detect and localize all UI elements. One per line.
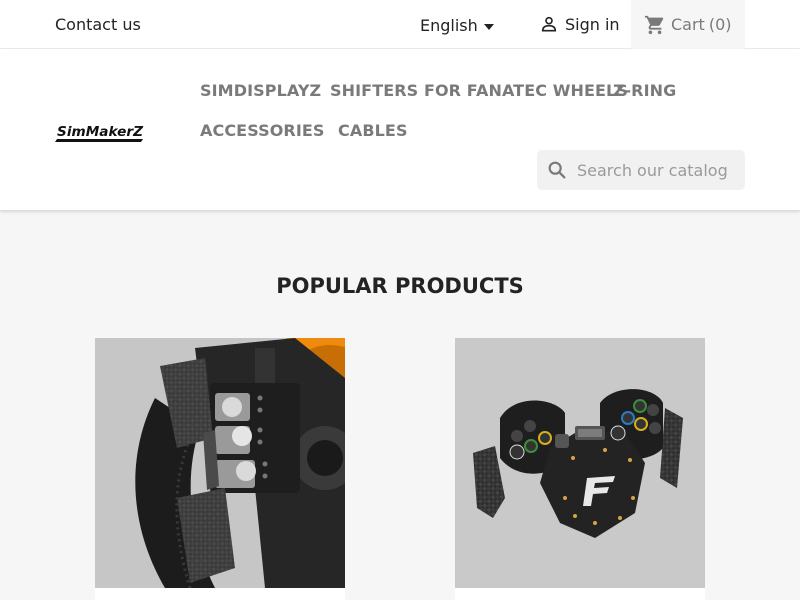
language-selector[interactable]: English — [420, 16, 494, 35]
sign-in-label: Sign in — [565, 14, 620, 34]
menu-item-shifters[interactable]: SHIFTERS FOR FANATEC WHEELS — [330, 81, 628, 100]
cart-button[interactable]: Cart (0) — [631, 0, 745, 49]
search-input[interactable] — [577, 160, 737, 180]
search-box — [537, 150, 745, 190]
user-icon — [541, 16, 557, 32]
search-icon[interactable] — [546, 159, 568, 181]
language-label: English — [420, 16, 478, 35]
product-card[interactable] — [95, 338, 345, 600]
section-title: POPULAR PRODUCTS — [276, 274, 524, 298]
product-card-footer — [455, 588, 705, 600]
product-card[interactable] — [455, 338, 705, 600]
main-header: SimMakerZ SIMDISPLAYZ SHIFTERS FOR FANAT… — [0, 49, 800, 210]
menu-item-z-ring[interactable]: Z-RING — [613, 81, 676, 100]
cart-label: Cart — [671, 15, 705, 34]
cart-count: (0) — [708, 15, 732, 34]
menu-item-accessories[interactable]: ACCESSORIES — [200, 121, 325, 140]
top-navigation-bar: Contact us English Sign in Cart (0) — [0, 0, 800, 49]
svg-text:SimMakerZ: SimMakerZ — [57, 125, 144, 140]
caret-down-icon — [483, 23, 494, 30]
menu-item-cables[interactable]: CABLES — [338, 121, 408, 140]
product-card-footer — [95, 588, 345, 600]
contact-us-link[interactable]: Contact us — [55, 15, 141, 34]
product-image[interactable] — [95, 338, 345, 589]
shopping-cart-icon — [644, 15, 664, 34]
sign-in-link[interactable]: Sign in — [539, 14, 620, 34]
menu-item-simdisplayz[interactable]: SIMDISPLAYZ — [200, 81, 321, 100]
product-image[interactable] — [455, 338, 705, 588]
simmakerz-logo[interactable]: SimMakerZ — [55, 121, 145, 143]
